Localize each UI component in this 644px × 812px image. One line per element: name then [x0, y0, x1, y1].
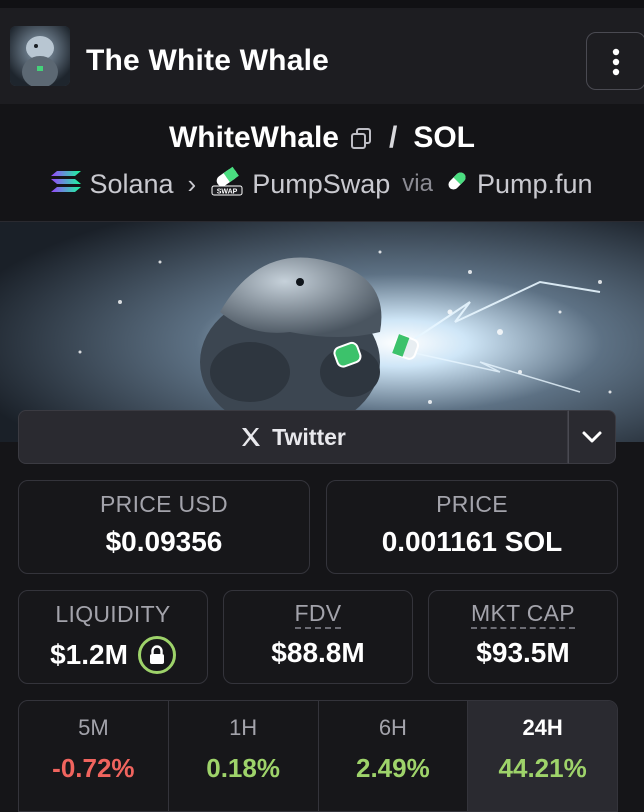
price-usd-card: PRICE USD $0.09356	[18, 480, 310, 574]
price-native-label: PRICE	[436, 491, 508, 517]
lock-icon[interactable]	[137, 636, 176, 674]
socials-bar: Twitter	[18, 410, 616, 464]
change-percent: 0.18%	[206, 753, 280, 783]
via-label: via	[402, 170, 433, 197]
token-header: The White Whale	[0, 0, 644, 104]
price-usd-value: $0.09356	[105, 526, 223, 557]
mkt-cap-value: $93.5M	[476, 637, 570, 668]
pair-title: WhiteWhale / SOL	[0, 118, 644, 158]
fdv-label[interactable]: FDV	[294, 601, 342, 629]
pumpfun-icon	[445, 169, 469, 200]
chevron-right-icon: ›	[187, 168, 197, 199]
twitter-label: Twitter	[272, 423, 346, 450]
token-logo	[10, 26, 70, 86]
solana-icon	[51, 169, 82, 200]
change-tab-24h[interactable]: 24H 44.21%	[468, 701, 617, 811]
dex-link[interactable]: PumpSwap	[252, 169, 390, 200]
change-percent: 44.21%	[498, 753, 587, 783]
pumpswap-icon: SWAP	[210, 166, 244, 203]
chain-link[interactable]: Solana	[89, 169, 173, 200]
kebab-vertical-icon	[612, 48, 620, 76]
change-tab-6h[interactable]: 6H 2.49%	[319, 701, 469, 811]
price-native-value: 0.001161 SOL	[381, 526, 563, 557]
more-menu-button[interactable]	[586, 32, 644, 90]
change-timeframe: 5M	[78, 715, 109, 740]
chevron-down-icon	[582, 431, 602, 443]
change-timeframe: 6H	[378, 715, 407, 740]
pair-separator: /	[388, 121, 398, 154]
swap-badge-text: SWAP	[217, 188, 238, 195]
liquidity-value: $1.2M	[50, 639, 128, 670]
mkt-cap-label[interactable]: MKT CAP	[471, 601, 575, 629]
change-timeframe: 1H	[229, 715, 258, 740]
twitter-button[interactable]: Twitter	[18, 410, 568, 464]
price-native-card: PRICE 0.001161 SOL	[326, 480, 618, 574]
change-percent: 2.49%	[356, 753, 430, 783]
token-title: The White Whale	[86, 44, 329, 77]
pair-info: WhiteWhale / SOL Solana › SWAP PumpSwap …	[0, 104, 644, 222]
route-breadcrumb: Solana › SWAP PumpSwap via Pump.fun	[0, 164, 644, 204]
liquidity-label: LIQUIDITY	[55, 601, 171, 627]
liquidity-card: LIQUIDITY $1.2M	[18, 590, 208, 684]
socials-dropdown-button[interactable]	[568, 410, 616, 464]
x-logo-icon	[242, 428, 261, 446]
change-tab-1h[interactable]: 1H 0.18%	[169, 701, 319, 811]
mkt-cap-card: MKT CAP $93.5M	[428, 590, 618, 684]
token-banner-image	[0, 222, 644, 442]
price-usd-label: PRICE USD	[100, 491, 228, 517]
launchpad-link[interactable]: Pump.fun	[477, 169, 593, 200]
fdv-value: $88.8M	[271, 637, 365, 668]
pair-quote-symbol: SOL	[413, 121, 475, 154]
change-tab-5m[interactable]: 5M -0.72%	[19, 701, 169, 811]
change-timeframe: 24H	[522, 715, 563, 740]
price-change-tabs: 5M -0.72% 1H 0.18% 6H 2.49% 24H 44.21%	[18, 700, 618, 812]
pair-base-symbol: WhiteWhale	[168, 121, 339, 154]
copy-icon[interactable]	[349, 126, 373, 150]
change-percent: -0.72%	[52, 753, 135, 783]
fdv-card: FDV $88.8M	[223, 590, 413, 684]
